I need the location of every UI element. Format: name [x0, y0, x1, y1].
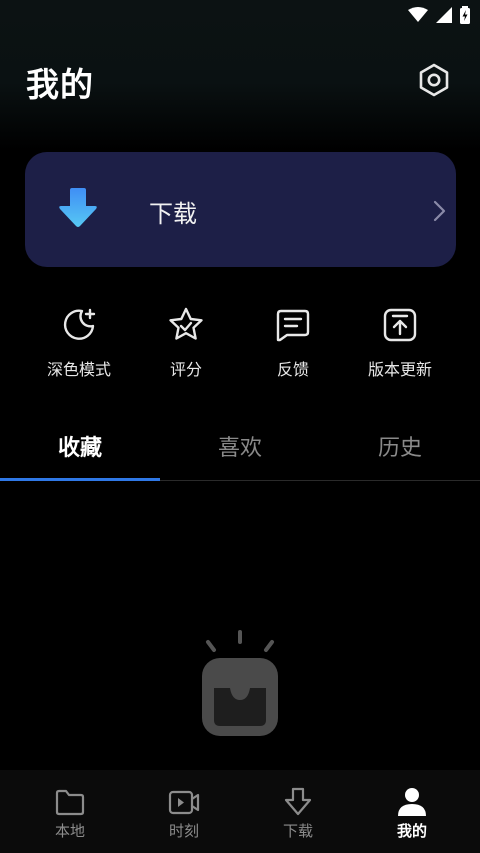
folder-icon: [55, 789, 85, 816]
tab-likes[interactable]: 喜欢: [160, 430, 320, 462]
dark-mode-button[interactable]: 深色模式: [24, 306, 134, 380]
tab-favorites[interactable]: 收藏: [0, 430, 160, 462]
settings-button[interactable]: [414, 60, 454, 100]
nav-mine[interactable]: 我的: [352, 786, 472, 841]
nav-moments-label: 时刻: [168, 822, 199, 840]
update-upload-icon: [383, 308, 417, 342]
nav-download[interactable]: 下载: [238, 786, 358, 841]
status-bar: [0, 0, 480, 32]
cellular-signal-icon: [436, 7, 452, 23]
feedback-message-icon: [276, 309, 310, 342]
feedback-label: 反馈: [276, 360, 309, 379]
nav-mine-label: 我的: [396, 822, 427, 840]
battery-charging-icon: [460, 6, 470, 24]
download-arrow-icon: [59, 188, 97, 227]
bottom-nav: 本地 时刻 下载 我的: [0, 770, 480, 853]
dark-mode-moon-icon: [63, 308, 96, 340]
feedback-button[interactable]: 反馈: [238, 306, 348, 380]
status-icons: [408, 6, 470, 24]
nav-local-label: 本地: [54, 822, 85, 840]
version-update-button[interactable]: 版本更新: [345, 306, 455, 380]
nav-download-label: 下载: [282, 822, 313, 840]
page-title: 我的: [26, 65, 94, 104]
profile-icon: [398, 788, 426, 816]
version-update-label: 版本更新: [367, 360, 432, 379]
video-icon: [168, 790, 200, 815]
download-icon: [284, 787, 312, 816]
star-icon: [169, 307, 203, 340]
tab-indicator: [0, 478, 160, 481]
tab-history[interactable]: 历史: [320, 430, 480, 462]
rating-label: 评分: [169, 360, 202, 379]
nav-local[interactable]: 本地: [10, 786, 130, 841]
download-card[interactable]: 下载: [25, 152, 456, 267]
wifi-icon: [408, 7, 428, 22]
dark-mode-label: 深色模式: [46, 360, 111, 379]
nav-moments[interactable]: 时刻: [124, 786, 244, 841]
download-card-label: 下载: [149, 200, 197, 228]
rating-button[interactable]: 评分: [131, 306, 241, 380]
empty-tv-inbox-icon: [202, 630, 278, 736]
profile-screen: 我的 下载 深色模式 评分 反馈 版本更新 收藏 喜欢 历史 本地 时刻 下载 …: [0, 0, 480, 853]
gear-hexagon-icon: [419, 63, 449, 97]
chevron-right-icon: [433, 200, 446, 222]
